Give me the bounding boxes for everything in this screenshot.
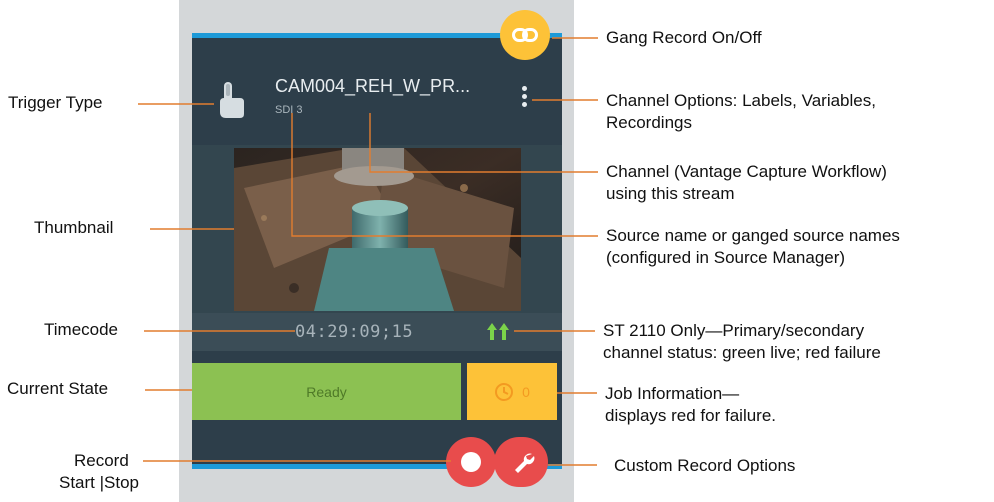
callout-timecode: Timecode <box>44 320 119 339</box>
callout-gang-record: Gang Record On/Off <box>606 28 762 47</box>
callout-st2110-1: ST 2110 Only—Primary/secondary <box>603 321 865 340</box>
callout-channel-1: Channel (Vantage Capture Workflow) <box>606 162 887 181</box>
callout-channel-options-2: Recordings <box>606 113 692 132</box>
callout-source-2: (configured in Source Manager) <box>606 248 846 267</box>
callout-record-line2: Start |Stop <box>59 473 140 492</box>
callout-record-line1: Record <box>74 451 129 470</box>
callout-source-1: Source name or ganged source names <box>606 226 900 245</box>
callout-current-state: Current State <box>7 379 109 398</box>
callout-trigger-type: Trigger Type <box>8 93 103 112</box>
callout-st2110-2: channel status: green live; red failure <box>603 343 881 362</box>
callout-job-1: Job Information— <box>605 384 740 403</box>
callout-job-2: displays red for failure. <box>605 406 777 425</box>
callout-channel-options-1: Channel Options: Labels, Variables, <box>606 91 876 110</box>
callout-thumbnail: Thumbnail <box>34 218 114 237</box>
callout-custom-record: Custom Record Options <box>614 456 796 475</box>
callout-channel-2: using this stream <box>606 184 735 203</box>
